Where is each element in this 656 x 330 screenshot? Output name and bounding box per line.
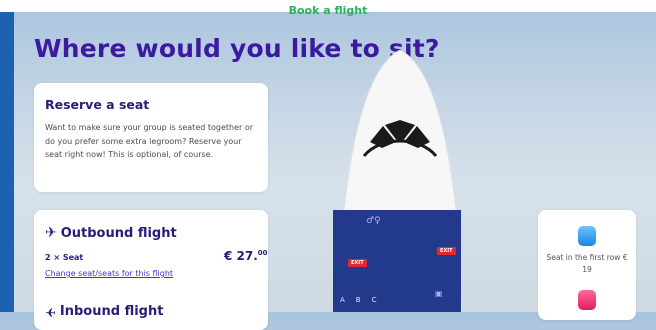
outbound-price-value: € 27.: [224, 249, 258, 263]
left-strip: [0, 12, 14, 312]
seat-pink-icon: [578, 290, 596, 310]
seat-letters: A B C: [340, 296, 377, 304]
outbound-flight-title: Outbound flight: [60, 225, 177, 241]
seat-blue-icon: [578, 226, 596, 246]
restroom-icon: ♂♀: [366, 216, 381, 226]
exit-sign-right: EXIT: [437, 247, 456, 255]
outbound-flight-heading: ✈ Outbound flight: [45, 225, 177, 241]
first-row-seat-label: Seat in the first row € 19: [546, 253, 628, 274]
reserve-seat-title: Reserve a seat: [45, 97, 150, 112]
flight-summary-card: ✈ Outbound flight 2 × Seat € 27.00 Chang…: [34, 210, 268, 330]
reserve-seat-card: Reserve a seat Want to make sure your gr…: [34, 83, 268, 192]
outbound-price: € 27.00: [224, 249, 268, 263]
top-bar: Book a flight: [0, 0, 656, 16]
seat-legend-card: Seat in the first row € 19: [538, 210, 636, 320]
seat-letter-b: B: [355, 296, 361, 304]
seat-letter-a: A: [340, 296, 345, 304]
exit-sign-left: EXIT: [348, 259, 367, 267]
change-seats-link[interactable]: Change seat/seats for this flight: [45, 269, 173, 278]
book-a-flight-label: Book a flight: [288, 4, 368, 17]
plane-icon: ✈: [45, 225, 57, 241]
outbound-price-cents: 00: [257, 249, 268, 257]
galley-icon: ▣: [435, 289, 443, 298]
outbound-seat-count: 2 × Seat: [45, 253, 84, 262]
reserve-seat-description: Want to make sure your group is seated t…: [45, 123, 254, 159]
seat-letter-c: C: [371, 296, 377, 304]
